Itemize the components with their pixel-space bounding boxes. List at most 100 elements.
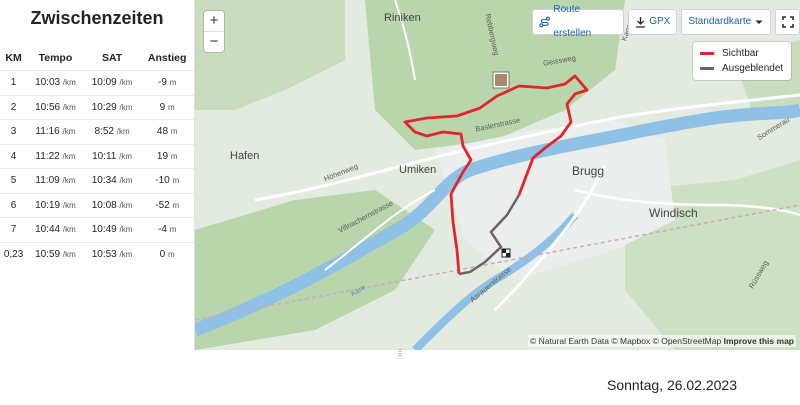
pace-unit: /km [62, 78, 76, 88]
split-tempo: 10:44 /km [27, 217, 84, 242]
split-row: 4 11:22 /km 10:11 /km 19 m [0, 143, 194, 169]
legend-label-hidden: Ausgeblendet [722, 63, 784, 74]
col-km: KM [5, 52, 22, 64]
split-sat-value: 10:29 [91, 101, 117, 113]
split-km: 6 [0, 192, 28, 218]
split-row: 1 10:03 /km 10:09 /km -9 m [0, 70, 194, 95]
split-km: 2 [0, 94, 28, 120]
resize-handle[interactable]: = = [396, 348, 404, 359]
map-attribution: © Natural Earth Data © Mapbox © OpenStre… [527, 335, 796, 347]
zoom-in-button[interactable]: + [204, 11, 224, 31]
download-icon [636, 17, 646, 28]
photo-thumbnail [495, 74, 507, 86]
pace-unit: /km [116, 127, 130, 137]
split-anstieg-value: 19 [156, 150, 169, 162]
split-tempo-value: 11:16 [35, 126, 60, 138]
split-anstieg: 9 m [140, 94, 194, 120]
pace-unit: /km [62, 151, 76, 161]
gpx-label: GPX [649, 16, 671, 27]
split-sat: 10:08 /km [83, 192, 141, 218]
pace-unit: /km [62, 176, 76, 186]
col-sat: SAT [101, 52, 123, 64]
split-km: 1 [0, 70, 28, 95]
split-sat-value: 8:52 [94, 126, 114, 138]
attribution-text: © Natural Earth Data © Mapbox © OpenStre… [529, 336, 722, 346]
split-tempo-value: 10:44 [35, 224, 61, 236]
split-anstieg-value: -10 [155, 175, 170, 187]
finish-flag-icon [501, 248, 511, 258]
split-sat: 8:52 /km [83, 119, 141, 144]
legend-item-hidden: Ausgeblendet [693, 61, 791, 76]
split-tempo-value: 11:22 [35, 150, 60, 162]
place-riniken: Riniken [384, 12, 421, 24]
col-anstieg: Anstieg [147, 52, 187, 64]
pace-unit: /km [119, 200, 133, 210]
elev-unit: m [172, 200, 180, 210]
fullscreen-icon [781, 16, 794, 28]
split-sat-value: 10:09 [91, 77, 117, 89]
gpx-download-button[interactable]: GPX [628, 9, 678, 35]
split-km: 5 [0, 168, 28, 193]
split-anstieg-value: -4 [158, 224, 167, 236]
pace-unit: /km [119, 225, 133, 235]
split-sat: 10:11 /km [83, 143, 141, 169]
split-tempo: 11:16 /km [27, 119, 84, 144]
split-anstieg: 48 m [140, 119, 194, 144]
legend-swatch-hidden [700, 67, 714, 70]
elev-unit: m [168, 102, 175, 112]
map[interactable]: Riniken Hafen Umiken Brugg Windisch Basl… [195, 0, 800, 350]
improve-map-link[interactable]: Improve this map [724, 336, 794, 346]
split-anstieg-value: 0 [159, 248, 166, 260]
place-hafen: Hafen [230, 150, 260, 162]
elev-unit: m [170, 127, 178, 137]
split-tempo-value: 10:59 [35, 248, 61, 260]
split-sat: 10:34 /km [83, 168, 141, 193]
place-brugg: Brugg [572, 164, 605, 178]
split-sat-value: 10:11 [92, 150, 117, 162]
splits-title: Zwischenzeiten [30, 8, 164, 28]
splits-body: 1 10:03 /km 10:09 /km -9 m 2 10:56 /km 10:29 /… [0, 70, 194, 266]
elev-unit: m [168, 249, 175, 259]
pace-unit: /km [119, 249, 133, 259]
pace-unit: /km [119, 78, 133, 88]
split-row: 0,23 10:59 /km 10:53 /km 0 m [0, 241, 194, 266]
pace-unit: /km [62, 249, 76, 259]
legend-swatch-visible [700, 52, 714, 55]
split-anstieg-value: -52 [155, 199, 170, 211]
split-tempo: 10:56 /km [27, 94, 84, 120]
zoom-control: + − [204, 11, 224, 52]
elev-unit: m [170, 151, 178, 161]
split-tempo-value: 10:19 [35, 199, 61, 211]
map-type-dropdown[interactable]: Standardkarte [681, 9, 772, 35]
split-row: 2 10:56 /km 10:29 /km 9 m [0, 94, 194, 120]
split-sat: 10:09 /km [83, 70, 141, 95]
split-km: 3 [0, 119, 28, 144]
pace-unit: /km [119, 176, 133, 186]
zoom-out-button[interactable]: − [204, 31, 224, 52]
split-row: 5 11:09 /km 10:34 /km -10 m [0, 168, 194, 193]
split-sat: 10:53 /km [83, 241, 141, 266]
legend-label-visible: Sichtbar [722, 48, 759, 59]
split-tempo: 10:59 /km [27, 241, 84, 266]
split-anstieg: -52 m [140, 192, 194, 218]
elev-unit: m [172, 176, 180, 186]
split-tempo-value: 10:03 [35, 77, 61, 89]
split-anstieg: 19 m [140, 143, 194, 169]
map-toolbar: Route erstellen GPX Standardkarte [532, 4, 800, 39]
legend-item-visible: Sichtbar [693, 46, 791, 61]
split-km: 0,23 [0, 241, 28, 266]
split-anstieg: -9 m [140, 70, 194, 95]
split-anstieg-value: 9 [159, 101, 166, 113]
chevron-down-icon [755, 20, 763, 24]
split-tempo-value: 10:56 [35, 101, 61, 113]
route-icon [539, 16, 551, 28]
fullscreen-button[interactable] [775, 9, 800, 35]
splits-header-row: KM Tempo SAT Anstieg [0, 46, 194, 71]
split-anstieg-value: 48 [156, 126, 169, 138]
route-create-button[interactable]: Route erstellen [532, 4, 625, 39]
split-row: 3 11:16 /km 8:52 /km 48 m [0, 119, 194, 144]
map-legend: Sichtbar Ausgeblendet [693, 42, 791, 80]
col-tempo: Tempo [38, 52, 73, 64]
pace-unit: /km [62, 102, 76, 112]
split-sat: 10:29 /km [83, 94, 141, 120]
